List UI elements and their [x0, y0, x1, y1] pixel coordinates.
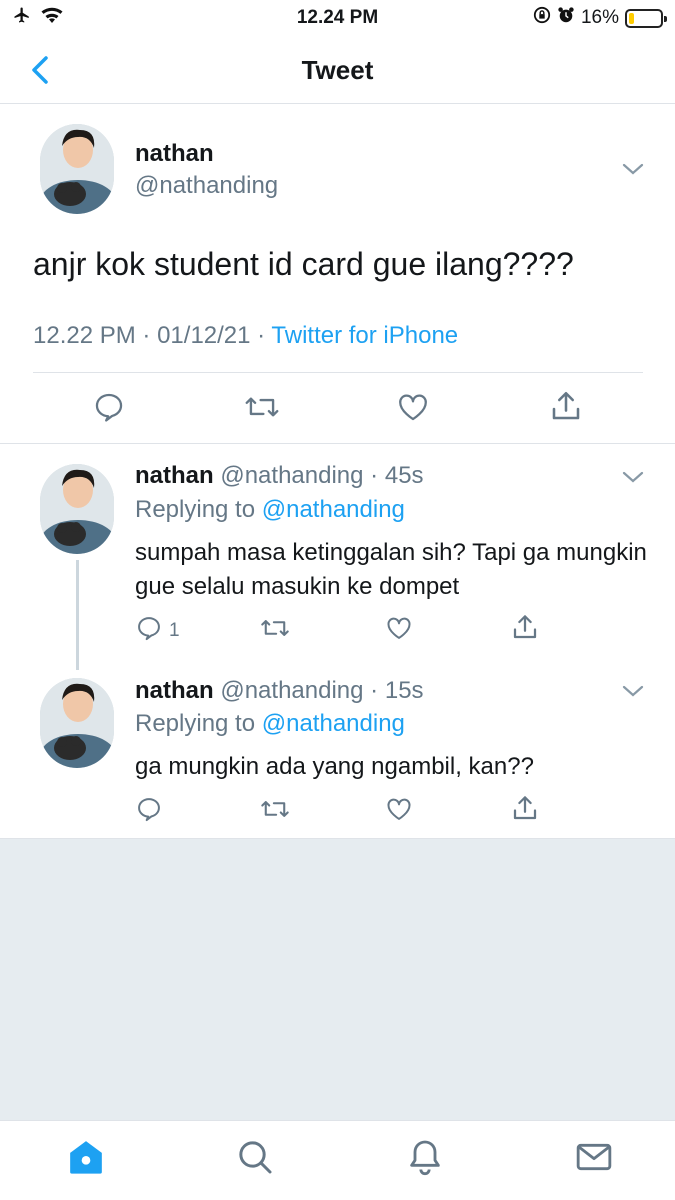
replying-label: Replying to — [135, 710, 256, 737]
tab-bar — [0, 1120, 675, 1200]
like-button[interactable] — [396, 390, 430, 430]
replying-to: Replying to @nathanding — [135, 710, 405, 738]
avatar[interactable] — [40, 464, 114, 554]
like-button[interactable] — [385, 795, 413, 829]
chevron-down-icon[interactable] — [622, 684, 644, 698]
share-button[interactable] — [510, 793, 540, 829]
reply-icon — [135, 614, 163, 648]
author-name[interactable]: nathan — [135, 677, 214, 704]
reply-header: nathan @nathanding · 15s — [135, 677, 424, 704]
reply-button[interactable] — [92, 390, 126, 430]
retweet-button[interactable] — [260, 614, 290, 648]
orientation-lock-icon — [533, 6, 551, 30]
empty-area — [0, 838, 675, 1120]
author-name[interactable]: nathan — [135, 140, 214, 168]
like-icon — [385, 614, 413, 648]
tweet-source-link[interactable]: Twitter for iPhone — [271, 322, 458, 349]
status-bar: 12.24 PM 16% — [0, 0, 675, 36]
author-name[interactable]: nathan — [135, 462, 214, 489]
reply-header: nathan @nathanding · 45s — [135, 462, 424, 489]
tweet-text: anjr kok student id card gue ilang???? — [33, 246, 574, 282]
share-icon — [510, 793, 540, 829]
messages-icon[interactable] — [574, 1137, 614, 1177]
tweet-text: ga mungkin ada yang ngambil, kan?? — [135, 753, 534, 780]
replying-to: Replying to @nathanding — [135, 496, 405, 524]
alarm-icon — [557, 6, 575, 30]
tweet-time: 12.22 PM — [33, 322, 136, 349]
replying-to-link[interactable]: @nathanding — [262, 496, 405, 523]
reply-button[interactable] — [135, 795, 169, 829]
page-title: Tweet — [301, 55, 374, 85]
reply-button[interactable]: 1 — [135, 614, 180, 648]
like-icon — [385, 795, 413, 829]
notifications-icon[interactable] — [405, 1137, 445, 1177]
battery-percent: 16% — [580, 7, 619, 28]
replying-label: Replying to — [135, 496, 256, 523]
share-button[interactable] — [510, 612, 540, 648]
reply-icon — [92, 390, 126, 430]
main-tweet: nathan @nathanding anjr kok student id c… — [0, 104, 675, 444]
chevron-down-icon[interactable] — [622, 470, 644, 484]
tweet-age: 15s — [384, 677, 424, 704]
tweet-age: 45s — [384, 462, 424, 489]
retweet-button[interactable] — [244, 390, 280, 430]
reply-tweet: nathan @nathanding · 15s Replying to @na… — [0, 668, 675, 838]
reply-icon — [135, 795, 163, 829]
avatar[interactable] — [40, 678, 114, 768]
battery-icon — [625, 8, 667, 28]
author-handle[interactable]: @nathanding — [135, 172, 278, 200]
replying-to-link[interactable]: @nathanding — [262, 710, 405, 737]
home-icon[interactable] — [66, 1137, 106, 1177]
tweet-meta: 12.22 PM · 01/12/21 · Twitter for iPhone — [33, 322, 459, 349]
reply-tweet: nathan @nathanding · 45s Replying to @na… — [0, 444, 675, 668]
search-icon[interactable] — [235, 1137, 275, 1177]
battery-level — [629, 12, 634, 24]
author-handle[interactable]: @nathanding — [220, 677, 363, 704]
share-icon — [510, 612, 540, 648]
status-right: 16% — [533, 6, 667, 30]
share-icon — [548, 388, 584, 430]
nav-bar: Tweet — [0, 36, 675, 104]
tweet-date: 01/12/21 — [157, 322, 251, 349]
share-button[interactable] — [548, 388, 584, 430]
chevron-down-icon[interactable] — [622, 162, 644, 176]
retweet-button[interactable] — [260, 795, 290, 829]
like-icon — [396, 390, 430, 430]
retweet-icon — [260, 795, 290, 829]
avatar[interactable] — [40, 124, 114, 214]
thread-line — [76, 560, 79, 670]
retweet-icon — [260, 614, 290, 648]
tweet-text: sumpah masa ketinggalan sih? Tapi ga mun… — [135, 539, 647, 600]
divider — [33, 372, 643, 373]
like-button[interactable] — [385, 614, 413, 648]
reply-count: 1 — [169, 620, 180, 641]
author-handle[interactable]: @nathanding — [220, 462, 363, 489]
retweet-icon — [244, 390, 280, 430]
